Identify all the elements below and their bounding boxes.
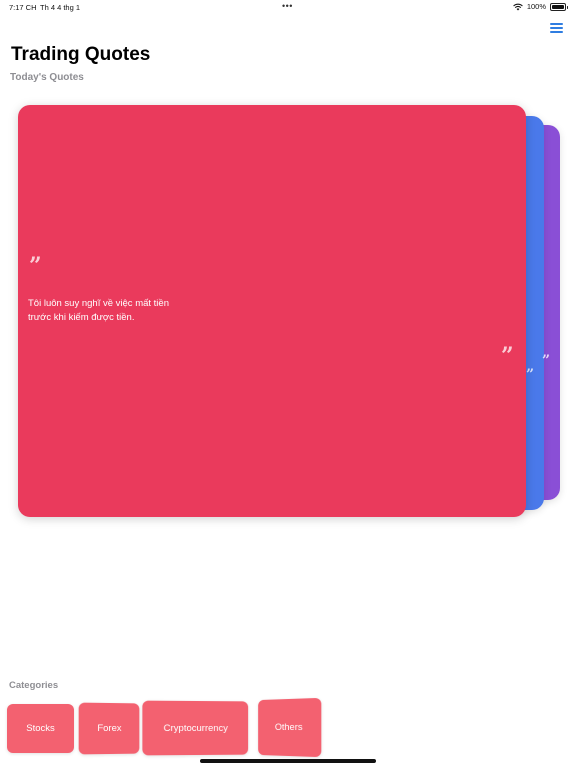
close-quote-icon: ” <box>501 343 514 369</box>
multitasking-dots-icon[interactable]: ••• <box>282 1 293 11</box>
back-card-quote-mark-icon: ” <box>542 353 551 369</box>
categories-heading: Categories <box>9 680 59 691</box>
status-time: 7:17 CH <box>9 3 37 12</box>
status-date: Th 4 4 thg 1 <box>40 3 81 12</box>
home-indicator[interactable] <box>200 759 376 763</box>
battery-icon <box>550 2 568 11</box>
quote-card[interactable]: ” Tôi luôn suy nghĩ về việc mất tiền trư… <box>18 105 526 517</box>
category-cryptocurrency-button[interactable]: Cryptocurrency <box>142 700 249 756</box>
open-quote-icon: ” <box>29 253 42 279</box>
back-card-quote-mark-icon: ” <box>526 367 535 383</box>
category-stocks-button[interactable]: Stocks <box>7 704 74 753</box>
status-bar: 7:17 CH Th 4 4 thg 1 ••• 100% <box>0 0 576 14</box>
wifi-icon <box>513 3 523 10</box>
status-indicators: 100% <box>513 2 568 11</box>
menu-icon[interactable] <box>550 23 563 33</box>
category-others-button[interactable]: Others <box>258 697 322 758</box>
category-forex-button[interactable]: Forex <box>78 702 140 755</box>
page-title: Trading Quotes <box>11 44 151 65</box>
battery-percent: 100% <box>526 2 546 11</box>
page-subtitle: Today's Quotes <box>10 72 84 83</box>
quote-text: Tôi luôn suy nghĩ về việc mất tiền trước… <box>28 298 169 323</box>
